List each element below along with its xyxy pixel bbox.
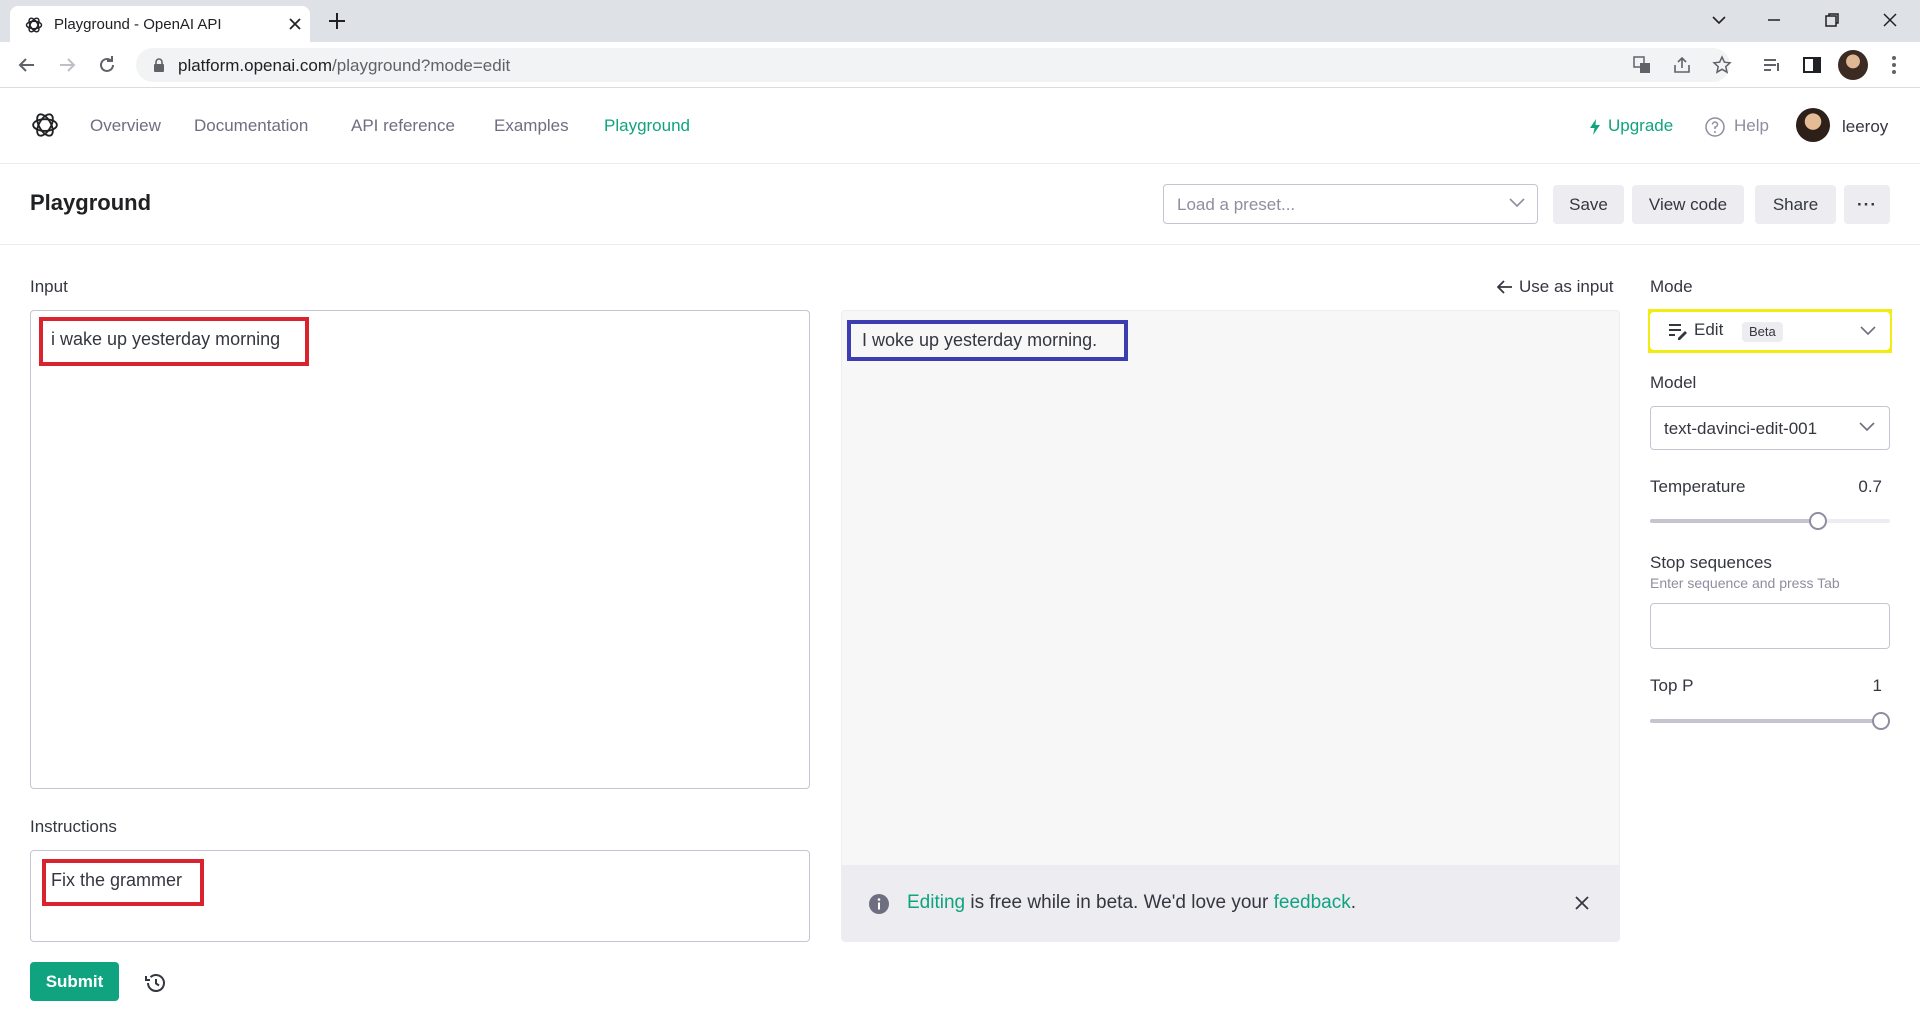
user-avatar[interactable] bbox=[1796, 108, 1830, 142]
chevron-down-icon bbox=[1860, 326, 1876, 336]
back-arrow-icon[interactable] bbox=[15, 53, 39, 77]
view-code-button[interactable]: View code bbox=[1632, 185, 1744, 224]
nav-link-playground[interactable]: Playground bbox=[604, 116, 690, 136]
translate-icon[interactable] bbox=[1632, 55, 1652, 75]
browser-tab[interactable]: Playground - OpenAI API bbox=[10, 6, 310, 42]
input-textarea[interactable]: i wake up yesterday morning bbox=[30, 310, 810, 789]
lock-icon[interactable] bbox=[152, 57, 166, 73]
info-icon bbox=[868, 893, 890, 915]
temperature-slider[interactable] bbox=[1650, 512, 1890, 530]
close-window-icon[interactable] bbox=[1878, 8, 1902, 32]
site-top-nav: Overview Documentation API reference Exa… bbox=[0, 89, 1920, 164]
output-text: I woke up yesterday morning. bbox=[862, 330, 1098, 350]
page-header: Playground Load a preset... Save View co… bbox=[0, 165, 1920, 245]
temperature-slider-knob[interactable] bbox=[1809, 512, 1827, 530]
beta-message: Editing is free while in beta. We'd love… bbox=[907, 892, 1356, 913]
edit-mode-icon bbox=[1668, 322, 1688, 340]
openai-logo-icon[interactable] bbox=[30, 110, 60, 140]
editing-link[interactable]: Editing bbox=[907, 892, 965, 913]
stop-sequences-hint: Enter sequence and press Tab bbox=[1650, 575, 1840, 591]
model-select[interactable]: text-davinci-edit-001 bbox=[1650, 406, 1890, 450]
model-value: text-davinci-edit-001 bbox=[1664, 419, 1818, 438]
url-text: platform.openai.com/playground?mode=edit bbox=[178, 56, 511, 75]
browser-tab-bar: Playground - OpenAI API bbox=[0, 0, 1920, 42]
instructions-text: Fix the grammer bbox=[51, 870, 183, 890]
reload-icon[interactable] bbox=[95, 53, 119, 77]
input-text: i wake up yesterday morning bbox=[51, 329, 281, 349]
arrow-left-icon bbox=[1497, 280, 1512, 294]
help-circle-icon bbox=[1705, 117, 1725, 137]
input-label: Input bbox=[30, 277, 68, 296]
mode-label: Mode bbox=[1650, 277, 1693, 296]
forward-arrow-icon[interactable] bbox=[55, 53, 79, 77]
nav-link-overview[interactable]: Overview bbox=[90, 116, 161, 136]
url-omnibox[interactable]: platform.openai.com/playground?mode=edit bbox=[136, 48, 1732, 82]
top-p-slider[interactable] bbox=[1650, 712, 1890, 730]
save-button[interactable]: Save bbox=[1553, 185, 1624, 224]
bookmark-star-icon[interactable] bbox=[1712, 55, 1732, 75]
beta-badge: Beta bbox=[1742, 322, 1783, 342]
temperature-label: Temperature bbox=[1650, 477, 1746, 496]
share-page-icon[interactable] bbox=[1672, 55, 1692, 75]
tab-title: Playground - OpenAI API bbox=[54, 16, 222, 33]
beta-notice: Editing is free while in beta. We'd love… bbox=[842, 865, 1619, 941]
close-notice-icon[interactable] bbox=[1574, 895, 1590, 911]
minimize-icon[interactable] bbox=[1762, 8, 1786, 32]
side-panel-icon[interactable] bbox=[1800, 53, 1824, 77]
more-options-button[interactable]: ··· bbox=[1844, 185, 1890, 224]
history-icon[interactable] bbox=[143, 970, 169, 996]
tab-search-icon[interactable] bbox=[1707, 8, 1731, 32]
model-label: Model bbox=[1650, 373, 1697, 392]
restore-icon[interactable] bbox=[1820, 8, 1844, 32]
lightning-icon bbox=[1590, 119, 1600, 135]
mode-value: Edit bbox=[1694, 320, 1724, 339]
temperature-value[interactable]: 0.7 bbox=[1840, 477, 1882, 497]
nav-link-api-reference[interactable]: API reference bbox=[351, 116, 455, 136]
share-button[interactable]: Share bbox=[1755, 185, 1836, 224]
output-panel[interactable]: I woke up yesterday morning. Editing is … bbox=[841, 310, 1620, 942]
instructions-textarea[interactable]: Fix the grammer bbox=[30, 850, 810, 942]
browser-profile-avatar[interactable] bbox=[1838, 50, 1868, 80]
top-p-value[interactable]: 1 bbox=[1850, 676, 1882, 696]
browser-menu-icon[interactable] bbox=[1882, 53, 1906, 77]
address-bar-row: platform.openai.com/playground?mode=edit bbox=[0, 42, 1920, 88]
feedback-link[interactable]: feedback bbox=[1274, 892, 1351, 913]
chevron-down-icon bbox=[1509, 198, 1525, 208]
new-tab-icon[interactable] bbox=[326, 10, 348, 32]
preset-select[interactable]: Load a preset... bbox=[1163, 184, 1538, 224]
stop-sequences-label: Stop sequences bbox=[1650, 553, 1772, 572]
chevron-down-icon bbox=[1859, 422, 1875, 432]
temperature-slider-fill bbox=[1650, 519, 1818, 523]
close-tab-icon[interactable] bbox=[286, 15, 304, 33]
top-p-slider-knob[interactable] bbox=[1872, 712, 1890, 730]
top-p-label: Top P bbox=[1650, 676, 1694, 695]
mode-select[interactable]: Edit Beta bbox=[1650, 312, 1890, 350]
top-p-slider-fill bbox=[1650, 719, 1890, 723]
openai-favicon-icon bbox=[24, 15, 44, 35]
submit-button[interactable]: Submit bbox=[30, 962, 119, 1001]
username[interactable]: leeroy bbox=[1842, 117, 1888, 137]
nav-link-documentation[interactable]: Documentation bbox=[194, 116, 308, 136]
reading-list-icon[interactable] bbox=[1760, 53, 1784, 77]
page-title: Playground bbox=[30, 190, 152, 215]
stop-sequences-input[interactable] bbox=[1650, 603, 1890, 649]
instructions-label: Instructions bbox=[30, 817, 117, 836]
nav-link-examples[interactable]: Examples bbox=[494, 116, 569, 136]
